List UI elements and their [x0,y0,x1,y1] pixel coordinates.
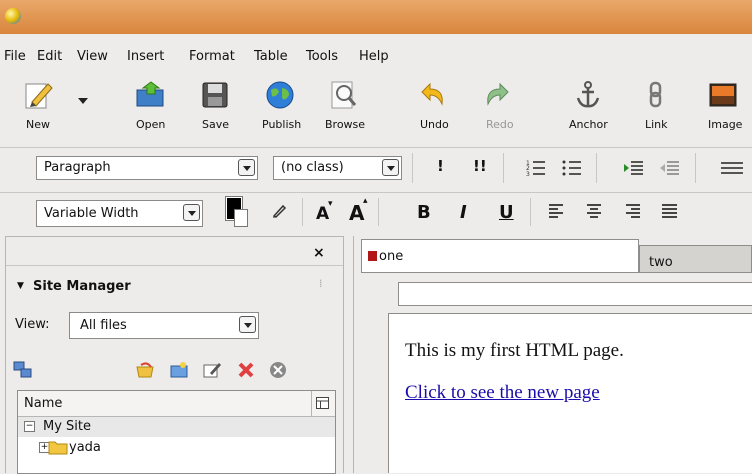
title-bar [0,0,752,34]
italic-button[interactable]: I [460,202,467,223]
menu-help[interactable]: Help [359,49,389,64]
text-formatting-toolbar: Variable Width A ▾ A ▴ B I U [0,192,752,234]
picture-icon [709,83,737,107]
sidebar-panel: × ▼ Site Manager ⁞ View: All files Name … [5,236,344,474]
document-canvas[interactable]: This is my first HTML page. Click to see… [388,313,752,473]
site-network-icon[interactable] [13,361,33,379]
name-column-header[interactable]: Name [24,396,62,411]
bulleted-list-icon[interactable] [562,159,582,177]
chevron-down-icon [238,159,255,176]
format-toolbar: Paragraph (no class) ! !! 1 2 3 [0,147,752,193]
toolbar-divider [412,153,413,183]
floppy-disk-icon [202,82,228,108]
structure-bar[interactable] [398,282,752,306]
view-label: View: [15,317,50,332]
class-select[interactable]: (no class) [273,156,402,180]
globe-icon [266,81,294,109]
composition-toolbar: New Open Save Publish Browse Undo Redo A… [0,70,752,148]
chevron-down-icon [78,98,88,104]
align-center-icon[interactable] [586,203,602,219]
down-arrow-icon: ▾ [328,199,333,209]
justify-icon[interactable] [662,203,678,219]
file-tree: Name − My Site + yada [17,390,336,474]
svg-text:3: 3 [526,171,530,177]
menu-format[interactable]: Format [189,49,235,64]
chevron-down-icon [239,316,256,333]
outdent-icon[interactable] [660,159,680,177]
bold-button[interactable]: B [417,202,431,223]
tab-two[interactable]: two [639,245,752,273]
column-picker-icon[interactable] [316,397,329,409]
indent-icon[interactable] [624,159,644,177]
toolbar-divider [530,198,531,226]
rename-icon[interactable] [202,361,222,379]
text-color-button[interactable] [224,195,248,227]
numbered-list-icon[interactable]: 1 2 3 [526,159,546,177]
document-paragraph: This is my first HTML page. [405,340,624,361]
toolbar-divider [302,198,303,226]
background-color-swatch [234,209,248,227]
align-right-icon[interactable] [624,203,640,219]
open-folder-icon [136,81,164,107]
pencil-icon [25,83,53,109]
modified-document-icon [368,251,377,261]
tree-folder-label: yada [69,440,101,455]
highlight-pencil-icon[interactable] [271,203,287,219]
magnifier-icon [331,81,357,109]
font-select[interactable]: Variable Width [36,200,203,227]
underline-button[interactable]: U [499,202,514,223]
tree-row[interactable]: − My Site [18,417,335,437]
chevron-down-icon [382,159,399,176]
toolbar-divider [503,153,504,183]
new-folder-icon[interactable] [169,361,189,379]
delete-icon[interactable] [236,361,256,379]
collapse-triangle-icon[interactable]: ▼ [17,281,24,291]
column-header: Name [18,391,335,417]
toolbar-divider [378,198,379,226]
document-link[interactable]: Click to see the new page [405,382,600,404]
refresh-folder-icon[interactable] [135,361,155,379]
emphasis-button[interactable]: ! [437,157,444,175]
chain-link-icon [649,81,662,108]
menu-edit[interactable]: Edit [37,49,62,64]
toolbar-divider [695,153,696,183]
tree-root-label: My Site [43,419,92,434]
horizontal-rule-icon[interactable] [721,159,743,177]
strong-button[interactable]: !! [473,157,487,175]
menu-table[interactable]: Table [254,49,288,64]
menu-tools[interactable]: Tools [306,49,338,64]
site-manager-title: Site Manager [33,279,131,294]
panel-divider [6,265,343,266]
menu-view[interactable]: View [77,49,108,64]
anchor-icon [576,81,600,108]
up-arrow-icon: ▴ [363,196,368,206]
column-divider [311,391,312,416]
collapse-toggle-icon[interactable]: − [24,421,35,432]
undo-arrow-icon [421,82,443,106]
menu-insert[interactable]: Insert [127,49,164,64]
tree-row[interactable]: + yada [18,438,335,458]
paragraph-format-select[interactable]: Paragraph [36,156,258,180]
menu-bar: File Edit View Insert Format Table Tools… [0,34,752,70]
toolbar-divider [596,153,597,183]
align-left-icon[interactable] [549,203,565,219]
menu-file[interactable]: File [4,49,26,64]
tab-strip-border [361,272,752,273]
chevron-down-icon [183,204,200,221]
close-icon[interactable]: × [313,245,325,261]
stop-icon[interactable] [268,361,288,379]
view-filter-select[interactable]: All files [69,312,259,339]
redo-arrow-icon [487,82,509,106]
grip-handle-icon[interactable]: ⁞ [319,277,322,290]
app-logo-icon [5,8,21,24]
folder-icon [48,441,68,455]
tab-one[interactable]: one [361,239,639,273]
